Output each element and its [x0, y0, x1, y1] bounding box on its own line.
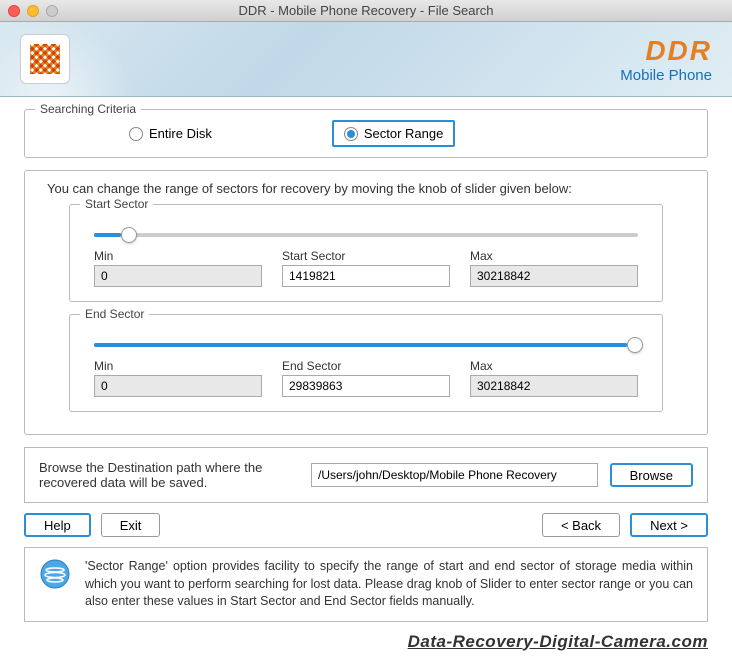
info-icon: [39, 558, 71, 590]
watermark: Data-Recovery-Digital-Camera.com: [0, 628, 732, 660]
window-titlebar: DDR - Mobile Phone Recovery - File Searc…: [0, 0, 732, 22]
start-legend: Start Sector: [80, 197, 153, 211]
end-legend: End Sector: [80, 307, 149, 321]
start-sector-group: Start Sector Min Start Sector Max: [69, 204, 663, 302]
help-button[interactable]: Help: [24, 513, 91, 537]
next-button[interactable]: Next >: [630, 513, 708, 537]
end-min-field: [94, 375, 262, 397]
radio-label: Entire Disk: [149, 126, 212, 141]
destination-path-field[interactable]: [311, 463, 598, 487]
destination-label: Browse the Destination path where the re…: [39, 460, 299, 490]
start-min-field: [94, 265, 262, 287]
radio-icon: [344, 127, 358, 141]
end-max-field: [470, 375, 638, 397]
slider-thumb-icon[interactable]: [121, 227, 137, 243]
criteria-legend: Searching Criteria: [35, 102, 141, 116]
end-sector-field[interactable]: [282, 375, 450, 397]
browse-button[interactable]: Browse: [610, 463, 693, 487]
radio-entire-disk[interactable]: Entire Disk: [129, 126, 212, 141]
brand-name: DDR: [620, 35, 712, 67]
back-button[interactable]: < Back: [542, 513, 620, 537]
end-sector-group: End Sector Min End Sector Max: [69, 314, 663, 412]
sector-range-panel: You can change the range of sectors for …: [24, 170, 708, 435]
exit-button[interactable]: Exit: [101, 513, 161, 537]
info-panel: 'Sector Range' option provides facility …: [24, 547, 708, 622]
start-sector-field[interactable]: [282, 265, 450, 287]
radio-label: Sector Range: [364, 126, 444, 141]
window-title: DDR - Mobile Phone Recovery - File Searc…: [0, 3, 732, 18]
end-sector-slider[interactable]: [94, 343, 638, 347]
destination-row: Browse the Destination path where the re…: [24, 447, 708, 503]
brand-subtitle: Mobile Phone: [620, 67, 712, 84]
banner: DDR Mobile Phone: [0, 22, 732, 97]
radio-sector-range[interactable]: Sector Range: [332, 120, 456, 147]
start-max-field: [470, 265, 638, 287]
app-logo-icon: [20, 34, 70, 84]
start-sector-slider[interactable]: [94, 233, 638, 237]
slider-thumb-icon[interactable]: [627, 337, 643, 353]
searching-criteria-group: Searching Criteria Entire Disk Sector Ra…: [24, 109, 708, 158]
range-instruction: You can change the range of sectors for …: [39, 181, 693, 196]
info-text: 'Sector Range' option provides facility …: [85, 558, 693, 611]
radio-icon: [129, 127, 143, 141]
